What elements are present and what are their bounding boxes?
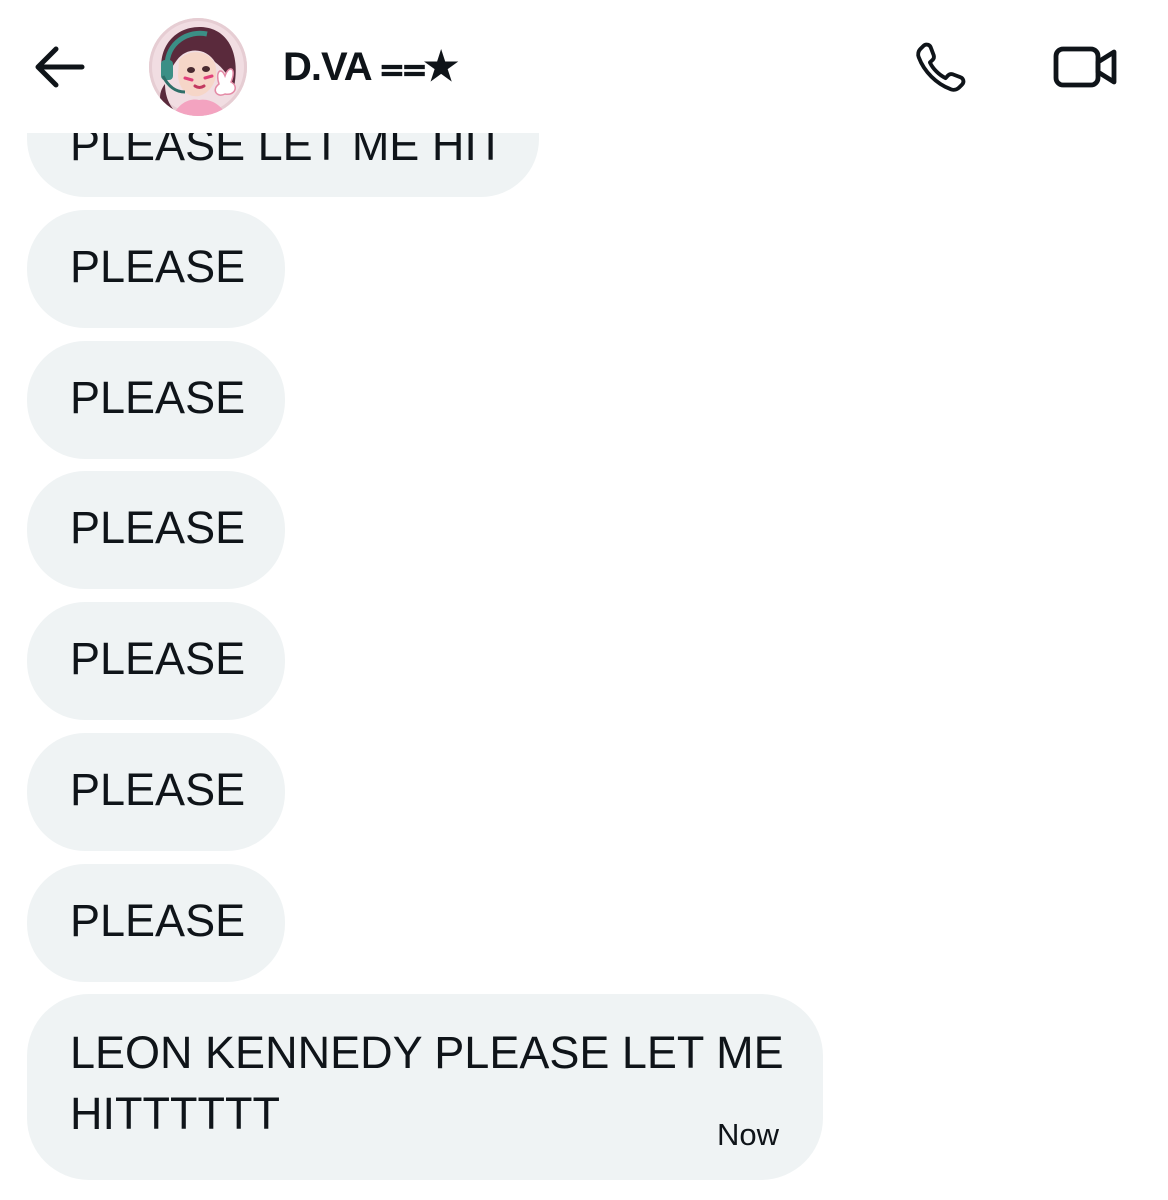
- contact-name[interactable]: D.VA ⩵★: [283, 40, 457, 94]
- message-bubble[interactable]: PLEASE: [27, 733, 285, 851]
- message-bubble[interactable]: PLEASE: [27, 864, 285, 982]
- video-call-button[interactable]: [1046, 34, 1126, 100]
- avatar[interactable]: [149, 18, 247, 116]
- message-bubble[interactable]: PLEASE: [27, 341, 285, 459]
- message-text: PLEASE: [70, 502, 246, 553]
- avatar-image: [149, 18, 247, 116]
- message-text: LEON KENNEDY PLEASE LET ME HITTTTTT: [70, 1027, 784, 1139]
- message-text: PLEASE: [70, 372, 246, 423]
- message-bubble[interactable]: PLEASE: [27, 210, 285, 328]
- message-text: PLEASE: [70, 895, 246, 946]
- conversation-header: D.VA ⩵★: [0, 0, 1168, 133]
- message-text: PLEASE: [70, 241, 246, 292]
- message-text: PLEASE: [70, 633, 246, 684]
- phone-icon: [916, 42, 966, 92]
- call-button[interactable]: [906, 34, 976, 100]
- conversation-area: PLEASE LET ME HIT PLEASE PLEASE PLEASE P…: [0, 0, 1168, 1200]
- message-bubble[interactable]: PLEASE: [27, 602, 285, 720]
- arrow-left-icon: [35, 46, 85, 88]
- message-timestamp: Now: [716, 1117, 779, 1152]
- message-text: PLEASE: [70, 764, 246, 815]
- message-bubble[interactable]: LEON KENNEDY PLEASE LET ME HITTTTTT Now: [27, 994, 823, 1180]
- back-button[interactable]: [26, 36, 92, 98]
- message-bubble[interactable]: PLEASE: [27, 471, 285, 589]
- video-camera-icon: [1053, 46, 1117, 88]
